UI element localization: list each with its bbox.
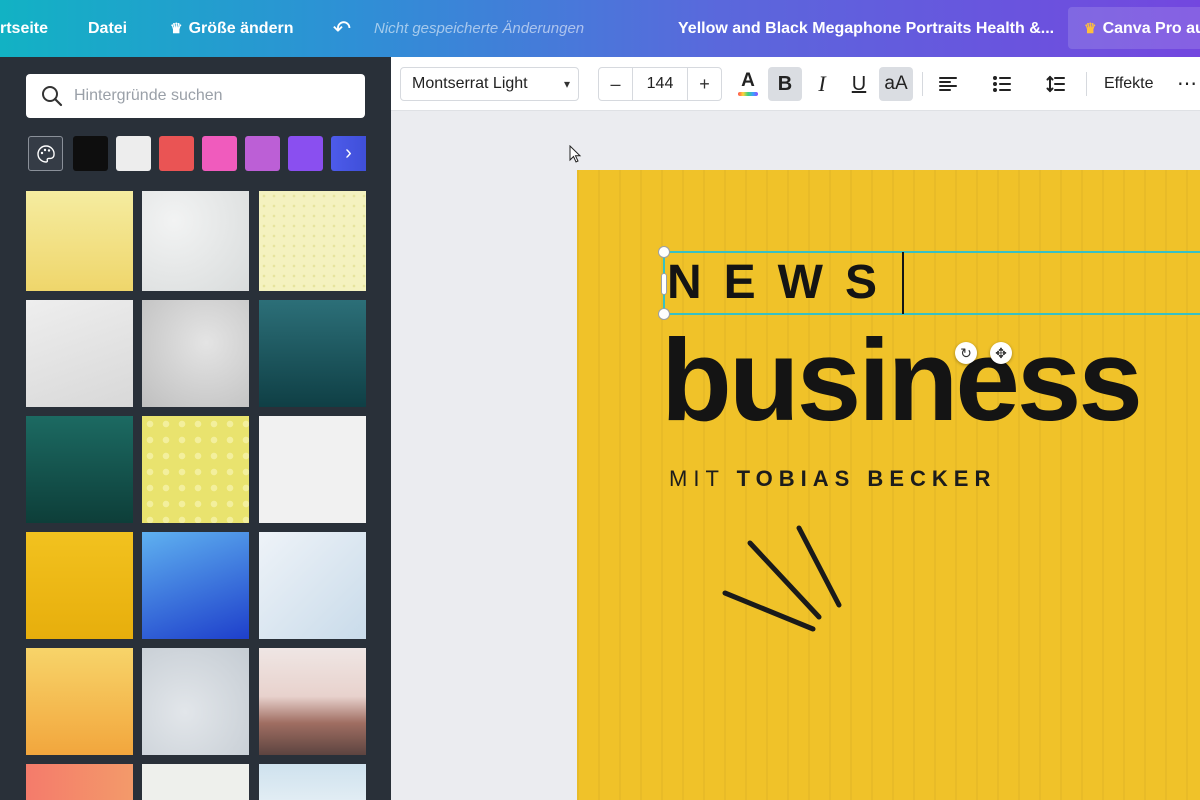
italic-button[interactable]: I [805, 67, 839, 101]
move-icon[interactable]: ✥ [990, 342, 1012, 364]
background-tile[interactable] [26, 191, 133, 291]
pro-label: Canva Pro au [1102, 20, 1200, 37]
mouse-cursor-icon [569, 145, 582, 163]
font-size-input[interactable]: 144 [633, 68, 687, 100]
crown-icon: ♛ [1084, 20, 1097, 36]
main-word-text[interactable]: business [661, 310, 1143, 450]
background-tile[interactable] [142, 191, 249, 291]
effects-button[interactable]: Effekte [1098, 67, 1160, 101]
swatch-white[interactable] [116, 136, 151, 171]
color-swatch-row: › [26, 135, 371, 173]
font-family-value: Montserrat Light [412, 75, 528, 92]
bold-button[interactable]: B [768, 67, 802, 101]
background-tile[interactable] [142, 300, 249, 407]
background-tile[interactable] [26, 764, 133, 800]
file-menu[interactable]: Datei [88, 0, 127, 57]
home-link[interactable]: rtseite [0, 0, 48, 57]
design-title[interactable]: Yellow and Black Megaphone Portraits Hea… [678, 0, 1054, 57]
color-bar [738, 92, 758, 96]
resize-button[interactable]: ♛ Größe ändern [170, 0, 293, 57]
swatch-black[interactable] [73, 136, 108, 171]
background-tile[interactable] [259, 191, 366, 291]
background-tile[interactable] [26, 416, 133, 523]
subtitle-name: TOBIAS BECKER [736, 466, 997, 491]
background-tile[interactable] [259, 648, 366, 755]
letter-case-button[interactable]: aA [879, 67, 913, 101]
background-tile[interactable] [142, 764, 249, 800]
palette-icon[interactable] [28, 136, 63, 171]
resize-label: Größe ändern [188, 20, 294, 37]
decrease-size-button[interactable]: – [599, 68, 633, 100]
background-tile[interactable] [142, 532, 249, 639]
chevron-right-icon[interactable]: › [331, 136, 366, 171]
text-color-icon: A [741, 70, 755, 91]
more-options-icon[interactable]: ⋯ [1177, 67, 1200, 101]
increase-size-button[interactable]: + [687, 68, 721, 100]
background-tile[interactable] [259, 532, 366, 639]
swatch-purple[interactable] [245, 136, 280, 171]
burst-lines-graphic [722, 525, 842, 632]
background-tile[interactable] [26, 648, 133, 755]
search-box[interactable] [26, 74, 365, 118]
background-tile[interactable] [259, 300, 366, 407]
search-input[interactable] [74, 74, 359, 118]
swatch-pink[interactable] [202, 136, 237, 171]
font-family-select[interactable]: Montserrat Light ▾ [400, 67, 579, 101]
line-spacing-icon[interactable] [1039, 67, 1073, 101]
background-tile[interactable] [26, 300, 133, 407]
background-tile[interactable] [142, 416, 249, 523]
crown-icon: ♛ [170, 20, 183, 36]
canva-pro-button[interactable]: ♛ Canva Pro au [1068, 7, 1200, 49]
swatch-violet[interactable] [288, 136, 323, 171]
search-icon [42, 86, 63, 107]
toolbar-divider [1086, 72, 1087, 96]
font-size-control: – 144 + [598, 67, 722, 101]
swatch-red[interactable] [159, 136, 194, 171]
rotate-icon[interactable]: ↻ [955, 342, 977, 364]
text-toolbar: Montserrat Light ▾ – 144 + A B I U aA Ef… [391, 57, 1200, 111]
subtitle-text[interactable]: MIT TOBIAS BECKER [669, 466, 996, 492]
underline-button[interactable]: U [842, 67, 876, 101]
subtitle-prefix: MIT [669, 466, 725, 491]
align-left-icon[interactable] [931, 67, 965, 101]
background-tile[interactable] [142, 648, 249, 755]
headline-text[interactable]: NEWS [667, 256, 899, 310]
toolbar-divider [922, 72, 923, 96]
undo-icon[interactable]: ↶ [328, 0, 356, 57]
text-caret [902, 252, 904, 314]
bullet-list-icon[interactable] [985, 67, 1019, 101]
background-tile[interactable] [259, 416, 366, 523]
top-bar: rtseite Datei ♛ Größe ändern ↶ Nicht gesp… [0, 0, 1200, 57]
unsaved-status: Nicht gespeicherte Änderungen [374, 20, 585, 37]
background-tile[interactable] [26, 532, 133, 639]
text-color-button[interactable]: A [731, 67, 765, 101]
canvas-area: NEWS business ↻ ✥ MIT TOBIAS BECKER [391, 111, 1200, 800]
chevron-down-icon: ▾ [563, 77, 570, 91]
backgrounds-panel: › [0, 57, 391, 800]
background-tile[interactable] [259, 764, 366, 800]
design-page[interactable]: NEWS business ↻ ✥ MIT TOBIAS BECKER [577, 170, 1200, 800]
